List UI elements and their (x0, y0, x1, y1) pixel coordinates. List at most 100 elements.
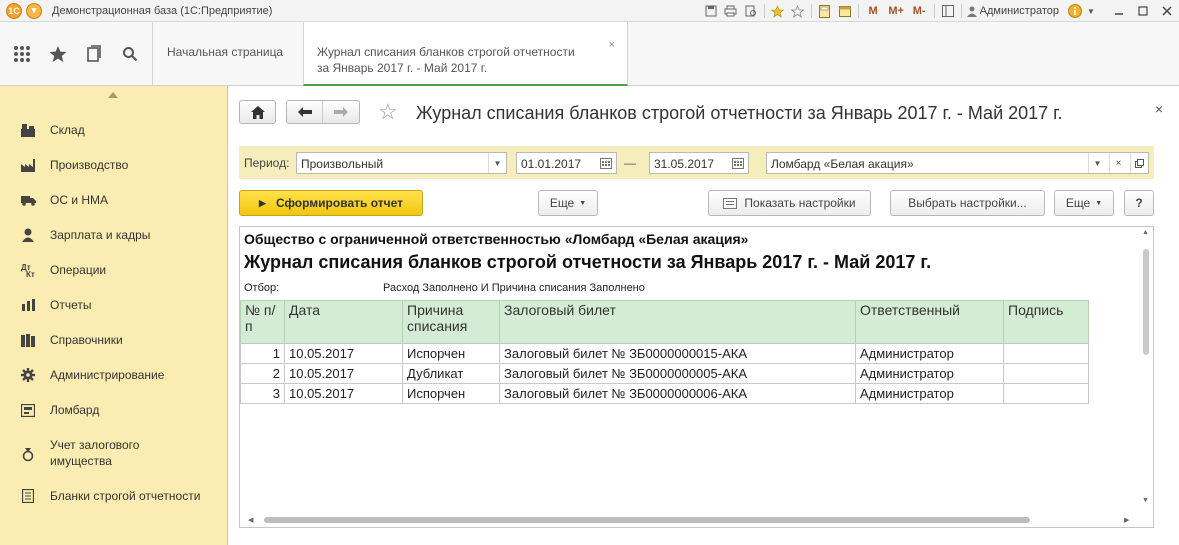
scrollbar-thumb[interactable] (1143, 249, 1149, 355)
forward-button[interactable] (323, 101, 359, 123)
memory-plus-button[interactable]: M+ (885, 2, 908, 20)
more-button-2[interactable]: Еще ▼ (1054, 190, 1114, 216)
close-form-icon[interactable]: × (1155, 101, 1163, 117)
tab-journal[interactable]: Журнал списания бланков строгой отчетнос… (303, 22, 628, 86)
main-menu-icon[interactable]: ▾ (26, 2, 42, 19)
more-button[interactable]: Еще ▼ (538, 190, 598, 216)
favorites-star-icon[interactable] (40, 34, 76, 74)
sidebar-item-production[interactable]: Производство (0, 157, 228, 173)
print-icon[interactable] (721, 2, 741, 20)
choose-settings-button[interactable]: Выбрать настройки... (890, 190, 1045, 216)
favorites-icon[interactable] (768, 2, 788, 20)
person-icon (20, 227, 36, 243)
history-icon[interactable] (76, 34, 112, 74)
form-icon (20, 488, 36, 504)
date-separator: — (624, 156, 636, 170)
chevron-down-icon[interactable]: ▼ (1088, 153, 1106, 173)
table-row[interactable]: 3 10.05.2017 Испорчен Залоговый билет № … (240, 383, 1089, 404)
row-reason: Испорчен (402, 343, 500, 364)
tab-close-icon[interactable]: × (609, 39, 615, 51)
sidebar-item-fixed-assets[interactable]: ОС и НМА (0, 192, 228, 208)
tab-home-label: Начальная страница (167, 45, 284, 59)
sidebar-item-label: ОС и НМА (50, 193, 109, 207)
sidebar-item-administration[interactable]: Администрирование (0, 367, 228, 383)
period-label: Период: (244, 156, 290, 170)
home-button[interactable] (239, 100, 276, 124)
memory-button[interactable]: M (862, 2, 885, 20)
factory-icon (20, 157, 36, 173)
sidebar-item-reports[interactable]: Отчеты (0, 297, 228, 313)
maximize-button[interactable] (1131, 0, 1155, 22)
app-logo-icon[interactable]: 1С (6, 2, 22, 19)
tab-home[interactable]: Начальная страница (152, 22, 302, 86)
table-header-row: № п/п Дата Причина списания Залоговый би… (240, 300, 1089, 344)
calendar-icon[interactable] (596, 153, 616, 173)
sidebar-item-label: Ломбард (50, 403, 100, 417)
chevron-down-icon[interactable]: ▼ (1085, 2, 1097, 20)
sidebar-item-pawnshop[interactable]: Ломбард (0, 402, 228, 418)
save-icon[interactable] (701, 2, 721, 20)
sidebar-item-operations[interactable]: Дт Кт Операции (0, 262, 228, 278)
close-window-button[interactable] (1155, 0, 1179, 22)
current-user[interactable]: Администратор (966, 5, 1059, 17)
scroll-left-icon[interactable]: ◀ (248, 516, 253, 524)
page-title: Журнал списания бланков строгой отчетнос… (416, 103, 1063, 123)
show-settings-button[interactable]: Показать настройки (708, 190, 871, 216)
date-to-field[interactable]: 31.05.2017 (649, 152, 749, 174)
chevron-down-icon[interactable]: ▼ (488, 153, 506, 173)
sidebar-item-collateral[interactable]: Учет залогового имущества (0, 437, 228, 471)
period-type-select[interactable]: Произвольный ▼ (296, 152, 507, 174)
sidebar: Склад Производство ОС и НМА Зарплата и к… (0, 86, 228, 545)
sidebar-item-directories[interactable]: Справочники (0, 332, 228, 348)
back-button[interactable] (287, 101, 324, 123)
sidebar-item-label: Склад (50, 123, 85, 137)
panels-icon[interactable] (938, 2, 958, 20)
row-ticket: Залоговый билет № ЗБ0000000005-АКА (499, 363, 856, 384)
favorite-star-icon[interactable]: ☆ (378, 101, 398, 123)
scrollbar-thumb[interactable] (264, 517, 1030, 523)
sidebar-item-strict-forms[interactable]: Бланки строгой отчетности (0, 488, 228, 504)
help-button[interactable]: ? (1124, 190, 1154, 216)
main-form: ☆ Журнал списания бланков строгой отчетн… (229, 87, 1179, 545)
memory-minus-button[interactable]: M- (908, 2, 931, 20)
user-name: Администратор (979, 5, 1059, 17)
chevron-down-icon: ▼ (1095, 199, 1103, 207)
row-responsible: Администратор (855, 383, 1004, 404)
clear-icon[interactable]: × (1109, 153, 1127, 173)
sidebar-item-warehouse[interactable]: Склад (0, 122, 228, 138)
row-number: 1 (240, 343, 285, 364)
organization-field[interactable]: Ломбард «Белая акация» ▼ × (766, 152, 1149, 174)
minimize-button[interactable] (1107, 0, 1131, 22)
scroll-right-icon[interactable]: ▶ (1124, 516, 1129, 524)
row-sign (1003, 383, 1089, 404)
calendar-icon[interactable] (835, 2, 855, 20)
preview-icon[interactable] (741, 2, 761, 20)
sidebar-item-salary[interactable]: Зарплата и кадры (0, 227, 228, 243)
add-favorite-icon[interactable] (788, 2, 808, 20)
arrow-right-icon (334, 107, 348, 117)
date-from-field[interactable]: 01.01.2017 (516, 152, 617, 174)
info-icon[interactable] (1065, 2, 1085, 20)
row-date: 10.05.2017 (284, 383, 403, 404)
filter-bar: Период: Произвольный ▼ 01.01.2017 — 31.0… (239, 146, 1154, 179)
more-label: Еще (549, 196, 575, 210)
truck-icon (20, 192, 36, 208)
calendar-icon[interactable] (728, 153, 748, 173)
open-icon[interactable] (1130, 153, 1148, 173)
vertical-scrollbar[interactable]: ▲ ▼ (1139, 227, 1153, 527)
search-icon[interactable] (112, 34, 148, 74)
row-sign (1003, 343, 1089, 364)
report-area[interactable]: Общество с ограниченной ответственностью… (239, 226, 1154, 528)
calculator-icon[interactable] (815, 2, 835, 20)
table-row[interactable]: 1 10.05.2017 Испорчен Залоговый билет № … (240, 343, 1089, 364)
horizontal-scrollbar[interactable]: ◀ ▶ (240, 513, 1140, 527)
generate-report-button[interactable]: ▶ Сформировать отчет (239, 190, 423, 216)
table-row[interactable]: 2 10.05.2017 Дубликат Залоговый билет № … (240, 363, 1089, 384)
separator (810, 4, 812, 18)
tab-journal-label-line1: Журнал списания бланков строгой отчетнос… (317, 45, 575, 59)
scroll-up-icon[interactable] (108, 92, 118, 98)
pawnshop-icon (20, 402, 36, 418)
scroll-up-icon[interactable]: ▲ (1142, 229, 1149, 236)
scroll-down-icon[interactable]: ▼ (1142, 497, 1149, 504)
sections-grid-icon[interactable] (4, 34, 40, 74)
